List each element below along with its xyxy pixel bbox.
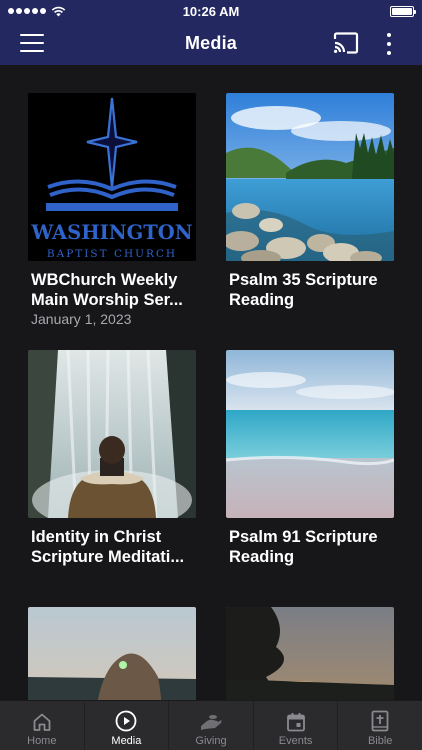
media-thumbnail xyxy=(226,350,394,518)
media-thumbnail xyxy=(226,93,394,261)
status-time: 10:26 AM xyxy=(182,3,240,19)
media-card[interactable]: Psalm 35 Scripture Reading xyxy=(226,93,394,310)
calendar-icon xyxy=(286,713,305,732)
lake-landscape-image xyxy=(226,93,394,261)
nav-item-events[interactable]: Events xyxy=(252,701,338,750)
svg-text:WASHINGTON: WASHINGTON xyxy=(30,221,192,244)
nav-label: Events xyxy=(278,735,313,747)
church-logo: WASHINGTON BAPTIST CHURCH xyxy=(28,93,196,261)
media-title: Psalm 91 Scripture Reading xyxy=(229,528,378,566)
nav-item-giving[interactable]: Giving xyxy=(168,701,253,750)
media-card[interactable]: WASHINGTON BAPTIST CHURCH WBChurch Weekl… xyxy=(28,93,196,327)
nav-item-media[interactable]: Media xyxy=(83,701,169,750)
tree-sunset-image xyxy=(226,607,394,700)
app-bar: Media xyxy=(0,22,422,65)
media-thumbnail xyxy=(226,607,394,700)
media-title: WBChurch Weekly Main Worship Ser... xyxy=(31,271,183,309)
battery-icon xyxy=(390,5,416,17)
media-thumbnail: WASHINGTON BAPTIST CHURCH xyxy=(28,93,196,261)
sunset-person-image xyxy=(28,607,196,700)
media-title: Psalm 35 Scripture Reading xyxy=(229,271,378,309)
nav-item-home[interactable]: Home xyxy=(0,701,84,750)
nav-label: Media xyxy=(111,735,142,747)
nav-label: Giving xyxy=(195,735,227,747)
media-title: Identity in Christ Scripture Meditati... xyxy=(31,528,185,566)
media-card[interactable] xyxy=(226,607,394,700)
media-thumbnail xyxy=(28,350,196,518)
media-grid: WASHINGTON BAPTIST CHURCH WBChurch Weekl… xyxy=(0,65,422,700)
bible-icon xyxy=(371,710,389,732)
hamburger-menu-icon[interactable] xyxy=(20,34,44,52)
media-card[interactable] xyxy=(28,607,196,700)
status-bar: 10:26 AM xyxy=(0,0,422,22)
media-card[interactable]: Psalm 91 Scripture Reading xyxy=(226,350,394,567)
nav-label: Bible xyxy=(367,735,393,747)
svg-text:BAPTIST CHURCH: BAPTIST CHURCH xyxy=(47,248,177,260)
media-card[interactable]: Identity in Christ Scripture Meditati... xyxy=(28,350,196,567)
nav-item-bible[interactable]: Bible xyxy=(337,701,422,750)
cast-icon[interactable] xyxy=(333,32,359,54)
home-icon xyxy=(33,713,51,731)
giving-hand-icon xyxy=(200,715,222,730)
page-title: Media xyxy=(184,33,237,53)
waterfall-person-image xyxy=(28,350,196,518)
nav-label: Home xyxy=(27,735,57,747)
bottom-navigation: Home Media Giving Events Bible xyxy=(0,700,422,750)
media-date: January 1, 2023 xyxy=(31,311,132,327)
play-circle-icon xyxy=(115,710,137,732)
beach-image xyxy=(226,350,394,518)
media-thumbnail xyxy=(28,607,196,700)
more-options-icon[interactable] xyxy=(384,31,394,57)
